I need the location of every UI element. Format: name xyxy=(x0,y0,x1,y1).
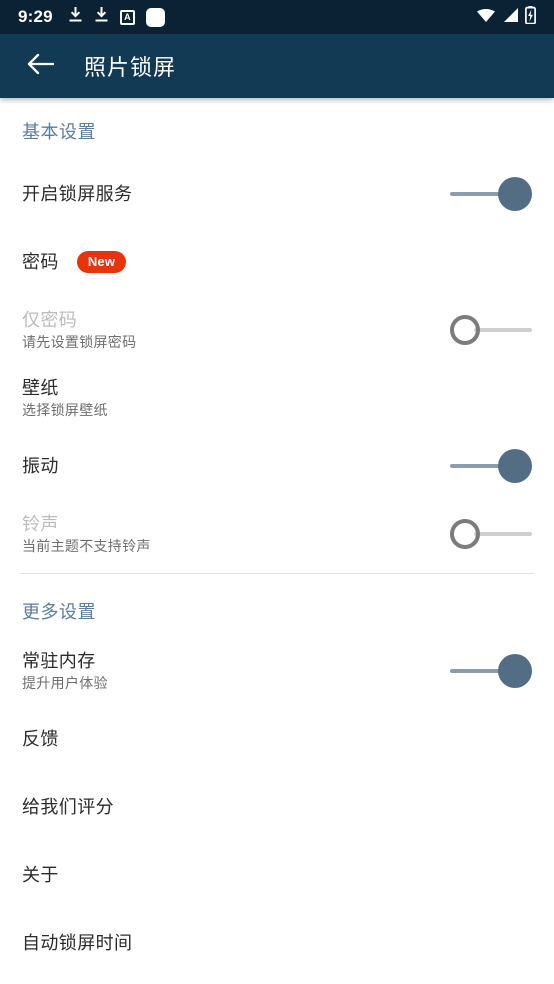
setting-row-persistent-memory[interactable]: 常驻内存 提升用户体验 xyxy=(0,640,554,702)
setting-row-feedback[interactable]: 反馈 xyxy=(0,708,554,770)
toggle-thumb xyxy=(450,519,480,549)
row-text-group: 仅密码 请先设置锁屏密码 xyxy=(22,309,136,351)
status-bar-system-icons xyxy=(476,5,540,29)
toggle-password-only[interactable] xyxy=(448,312,532,348)
row-title: 反馈 xyxy=(22,728,59,749)
setting-row-ringtone[interactable]: 铃声 当前主题不支持铃声 xyxy=(0,503,554,565)
page-title: 照片锁屏 xyxy=(84,55,177,80)
setting-row-password[interactable]: 密码 New xyxy=(0,231,554,293)
row-text-group: 反馈 xyxy=(22,728,59,751)
row-title: 仅密码 xyxy=(22,309,78,330)
row-subtitle: 提升用户体验 xyxy=(22,675,108,692)
row-text-group: 常驻内存 提升用户体验 xyxy=(22,650,108,692)
app-bar: 照片锁屏 xyxy=(0,34,554,98)
row-text-group: 密码 xyxy=(22,251,59,274)
row-text-group: 振动 xyxy=(22,455,59,478)
toggle-track xyxy=(474,328,532,332)
toggle-thumb xyxy=(498,654,532,688)
row-text-group: 铃声 当前主题不支持铃声 xyxy=(22,513,151,555)
row-title: 振动 xyxy=(22,455,59,476)
row-title: 密码 xyxy=(22,251,59,272)
toggle-vibration[interactable] xyxy=(448,448,532,484)
section-header-basic: 基本设置 xyxy=(22,122,96,142)
setting-row-vibration[interactable]: 振动 xyxy=(0,435,554,497)
row-subtitle: 当前主题不支持铃声 xyxy=(22,538,151,555)
status-badge-new: New xyxy=(76,251,127,273)
rounded-square-icon xyxy=(145,7,165,27)
toggle-persistent-memory[interactable] xyxy=(448,653,532,689)
setting-row-rate-us[interactable]: 给我们评分 xyxy=(0,776,554,838)
toggle-thumb xyxy=(498,177,532,211)
toggle-lockscreen-service[interactable] xyxy=(448,176,532,212)
download-icon xyxy=(94,6,109,28)
status-bar: 9:29 A xyxy=(0,0,554,34)
row-title: 常驻内存 xyxy=(22,650,96,671)
phone-screen: 9:29 A 照片锁屏 基本设置 开启锁屏服务 密码 New 仅密码 请先设置锁… xyxy=(0,0,554,984)
wifi-icon xyxy=(476,7,496,28)
setting-row-wallpaper[interactable]: 壁纸 选择锁屏壁纸 xyxy=(0,367,554,429)
row-title: 给我们评分 xyxy=(22,796,114,817)
row-text-group: 给我们评分 xyxy=(22,796,114,819)
setting-row-password-only[interactable]: 仅密码 请先设置锁屏密码 xyxy=(0,299,554,361)
section-header-more: 更多设置 xyxy=(22,602,96,622)
row-title: 壁纸 xyxy=(22,377,59,398)
toggle-track xyxy=(474,532,532,536)
row-title: 关于 xyxy=(22,864,59,885)
cellular-signal-icon xyxy=(502,7,519,28)
status-bar-clock: 9:29 xyxy=(18,7,53,26)
row-text-group: 壁纸 选择锁屏壁纸 xyxy=(22,377,108,419)
settings-list[interactable]: 基本设置 开启锁屏服务 密码 New 仅密码 请先设置锁屏密码 壁纸 选择锁屏壁… xyxy=(0,98,554,984)
row-text-group: 关于 xyxy=(22,864,59,887)
back-arrow-icon xyxy=(27,53,54,80)
toggle-ringtone[interactable] xyxy=(448,516,532,552)
download-icon xyxy=(68,6,83,28)
row-subtitle: 请先设置锁屏密码 xyxy=(22,334,137,351)
setting-row-about[interactable]: 关于 xyxy=(0,844,554,906)
setting-row-auto-lock-time[interactable]: 自动锁屏时间 xyxy=(0,912,554,974)
row-title: 开启锁屏服务 xyxy=(22,183,133,204)
row-text-group: 开启锁屏服务 xyxy=(22,183,132,206)
status-bar-notification-icons: A xyxy=(68,6,165,28)
toggle-thumb xyxy=(498,449,532,483)
letter-a-box-icon: A xyxy=(119,9,135,25)
row-title: 铃声 xyxy=(22,513,59,534)
row-subtitle: 选择锁屏壁纸 xyxy=(22,402,108,419)
setting-row-lockscreen-service[interactable]: 开启锁屏服务 xyxy=(0,163,554,225)
battery-charging-icon xyxy=(525,5,536,29)
row-text-group: 自动锁屏时间 xyxy=(22,932,132,955)
row-title: 自动锁屏时间 xyxy=(22,932,133,953)
toggle-thumb xyxy=(450,315,480,345)
back-button[interactable] xyxy=(12,38,68,94)
